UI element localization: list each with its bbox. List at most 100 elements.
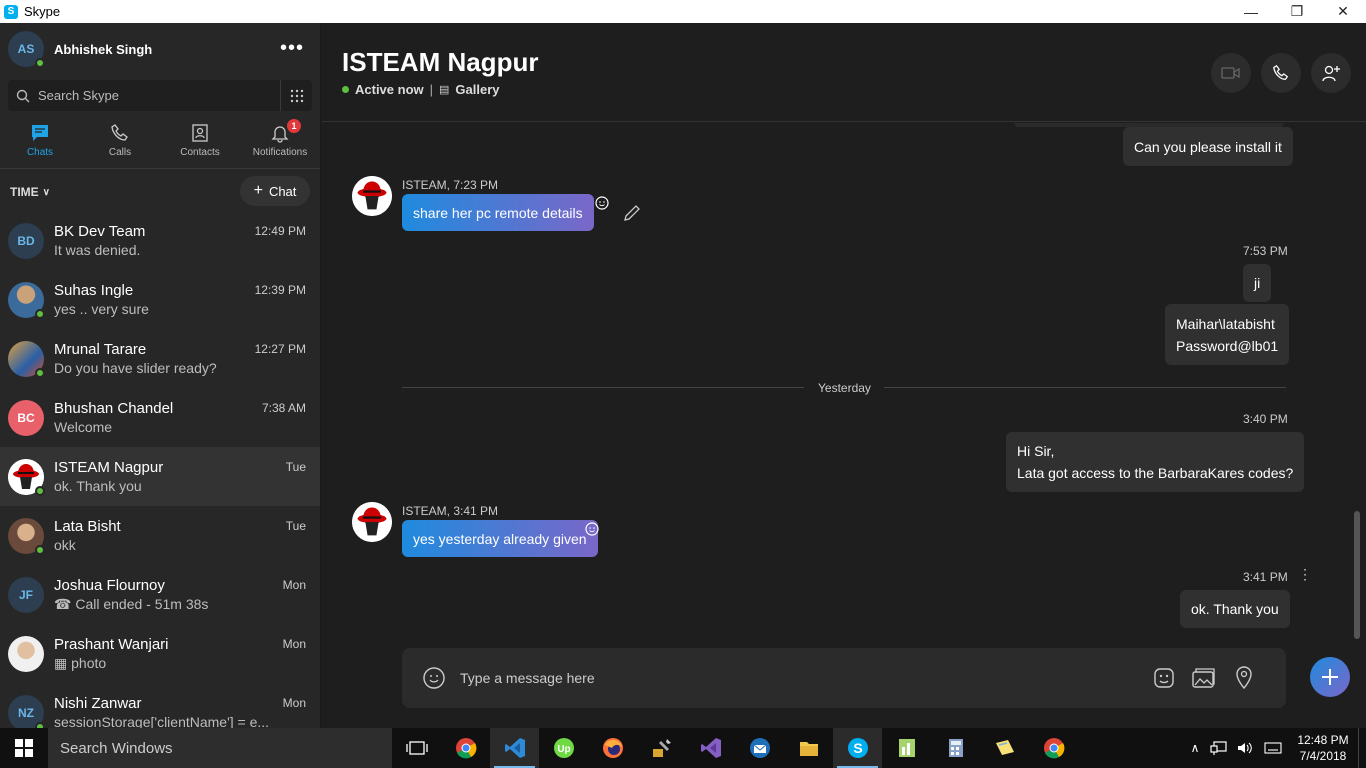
chat-time: Mon [282, 578, 306, 592]
gallery-link[interactable]: Gallery [455, 82, 499, 97]
avatar-initials: NZ [18, 705, 34, 720]
task-view-button[interactable] [392, 728, 441, 768]
volume-icon[interactable] [1236, 740, 1254, 756]
chat-list-item-active[interactable]: ISTEAM Nagpur ok. Thank you Tue [0, 447, 320, 506]
conversation-header: ISTEAM Nagpur Active now | ▤ Gallery [322, 23, 1366, 122]
chat-list-item[interactable]: JF Joshua Flournoy ☎ Call ended - 51m 38s… [0, 565, 320, 624]
message-bubble-outgoing[interactable]: Can you please install it [1123, 127, 1293, 166]
restore-button[interactable]: ❐ [1274, 0, 1320, 23]
chat-list-item[interactable]: NZ Nishi Zanwar sessionStorage['clientNam… [0, 683, 320, 728]
chat-list-item[interactable]: Mrunal Tarare Do you have slider ready? 1… [0, 329, 320, 388]
message-bubble-outgoing[interactable]: ok. Thank you [1180, 590, 1290, 628]
start-button[interactable] [0, 728, 48, 768]
tab-contacts[interactable]: Contacts [160, 121, 240, 168]
search-icon [8, 89, 38, 103]
sort-dropdown[interactable]: TIME ∨ [10, 185, 50, 199]
message-bubble-outgoing[interactable]: ji [1243, 264, 1272, 302]
message-text: yes yesterday already given [413, 530, 587, 547]
chat-list-item[interactable]: BD BK Dev Team It was denied. 12:49 PM [0, 211, 320, 270]
taskbar-app-tools[interactable] [637, 728, 686, 768]
search-box[interactable]: Search Skype [8, 80, 312, 111]
message-text: Hi Sir, [1017, 443, 1055, 459]
add-people-button[interactable] [1311, 53, 1351, 93]
chat-time: Mon [282, 696, 306, 710]
tab-calls[interactable]: Calls [80, 121, 160, 168]
sender-avatar[interactable] [352, 176, 392, 216]
add-content-button[interactable] [1310, 657, 1350, 697]
reaction-smiley-icon[interactable] [584, 521, 600, 537]
profile-header[interactable]: AS Abhishek Singh ••• [0, 23, 320, 75]
show-desktop-button[interactable] [1358, 728, 1366, 768]
sticky-notes-icon [995, 740, 1014, 755]
chat-preview-text: Call ended - 51m 38s [75, 595, 209, 612]
emoji-icon[interactable] [422, 666, 446, 690]
sort-label: TIME [10, 185, 39, 199]
tab-chats[interactable]: Chats [0, 121, 80, 168]
firefox-icon [602, 738, 623, 758]
chat-list-item[interactable]: Lata Bisht okk Tue [0, 506, 320, 565]
media-gallery-icon[interactable] [1191, 666, 1217, 690]
message-bubble-outgoing[interactable]: Maihar\latabisht Password@lb01 [1165, 304, 1290, 365]
avatar[interactable]: AS [8, 31, 45, 68]
conversation-title[interactable]: ISTEAM Nagpur [342, 47, 538, 78]
avatar [8, 635, 44, 672]
taskbar-app-chrome[interactable] [441, 728, 490, 768]
chevron-up-icon[interactable]: ∧ [1184, 741, 1206, 755]
taskbar-app-calculator[interactable] [931, 728, 980, 768]
presence-dot [35, 308, 45, 319]
taskbar-app-upwork[interactable]: Up [539, 728, 588, 768]
tab-notifications-label: Notifications [252, 147, 308, 158]
message-options-icon[interactable]: ⋮ [1298, 567, 1312, 581]
close-button[interactable]: ✕ [1320, 0, 1366, 23]
video-call-button[interactable] [1211, 53, 1251, 93]
taskbar-app-thunderbird[interactable] [735, 728, 784, 768]
chat-list-item[interactable]: BC Bhushan Chandel Welcome 7:38 AM [0, 388, 320, 447]
sticker-icon[interactable] [1152, 666, 1176, 690]
network-icon[interactable] [1210, 740, 1228, 756]
clock-date: 7/4/2018 [1299, 749, 1347, 763]
call-ended-icon: ☎ [54, 595, 72, 612]
chat-list-item[interactable]: Prashant Wanjari ▦ photo Mon [0, 624, 320, 683]
taskbar-app-chrome-2[interactable] [1029, 728, 1078, 768]
tab-notifications[interactable]: 1 Notifications [240, 119, 320, 168]
mail-client-icon [749, 738, 770, 758]
message-text: share her pc remote details [413, 204, 583, 221]
audio-call-button[interactable] [1261, 53, 1301, 93]
upwork-icon: Up [553, 738, 574, 758]
location-pin-icon[interactable] [1232, 665, 1256, 691]
more-options-icon[interactable]: ••• [280, 37, 304, 60]
chat-list-item[interactable]: Suhas Ingle yes .. very sure 12:39 PM [0, 270, 320, 329]
taskbar-app-notes[interactable] [980, 728, 1029, 768]
taskbar-app-vscode[interactable] [490, 728, 539, 768]
message-thread: Can you please install it ISTEAM, 7:23 P… [322, 123, 1366, 643]
chat-time: 12:39 PM [254, 283, 306, 297]
taskbar-app-skype[interactable]: S [833, 728, 882, 768]
message-bubble-incoming[interactable]: yes yesterday already given [402, 520, 598, 557]
taskbar-app-charts[interactable] [882, 728, 931, 768]
avatar [8, 458, 45, 496]
chat-name: ISTEAM Nagpur [54, 459, 164, 476]
scrollbar[interactable] [1354, 511, 1360, 639]
chrome-icon [1043, 738, 1064, 759]
taskbar-clock[interactable]: 12:48 PM 7/4/2018 [1288, 732, 1358, 764]
reaction-smiley-icon[interactable] [594, 195, 610, 211]
avatar: BD [8, 222, 44, 259]
message-sender: ISTEAM, 7:23 PM [402, 178, 499, 192]
message-bubble-incoming[interactable]: share her pc remote details [402, 194, 594, 231]
presence-dot [35, 485, 45, 496]
minimize-button[interactable]: — [1228, 0, 1274, 23]
dialpad-icon[interactable] [280, 80, 312, 111]
keyboard-icon[interactable] [1264, 740, 1282, 756]
message-bubble-outgoing[interactable]: Hi Sir, Lata got access to the BarbaraKa… [1006, 432, 1305, 492]
taskbar-app-firefox[interactable] [588, 728, 637, 768]
search-input[interactable]: Search Skype [38, 88, 280, 103]
vscode-icon [504, 738, 525, 758]
new-chat-button[interactable]: + Chat [240, 176, 310, 206]
taskbar-app-file-explorer[interactable] [784, 728, 833, 768]
taskbar-app-visual-studio[interactable] [686, 728, 735, 768]
edit-pencil-icon[interactable] [622, 203, 642, 223]
message-input[interactable]: Type a message here [460, 670, 595, 686]
taskbar-search[interactable]: Search Windows [48, 728, 392, 768]
message-composer[interactable]: Type a message here [402, 648, 1286, 708]
sender-avatar[interactable] [352, 502, 392, 542]
